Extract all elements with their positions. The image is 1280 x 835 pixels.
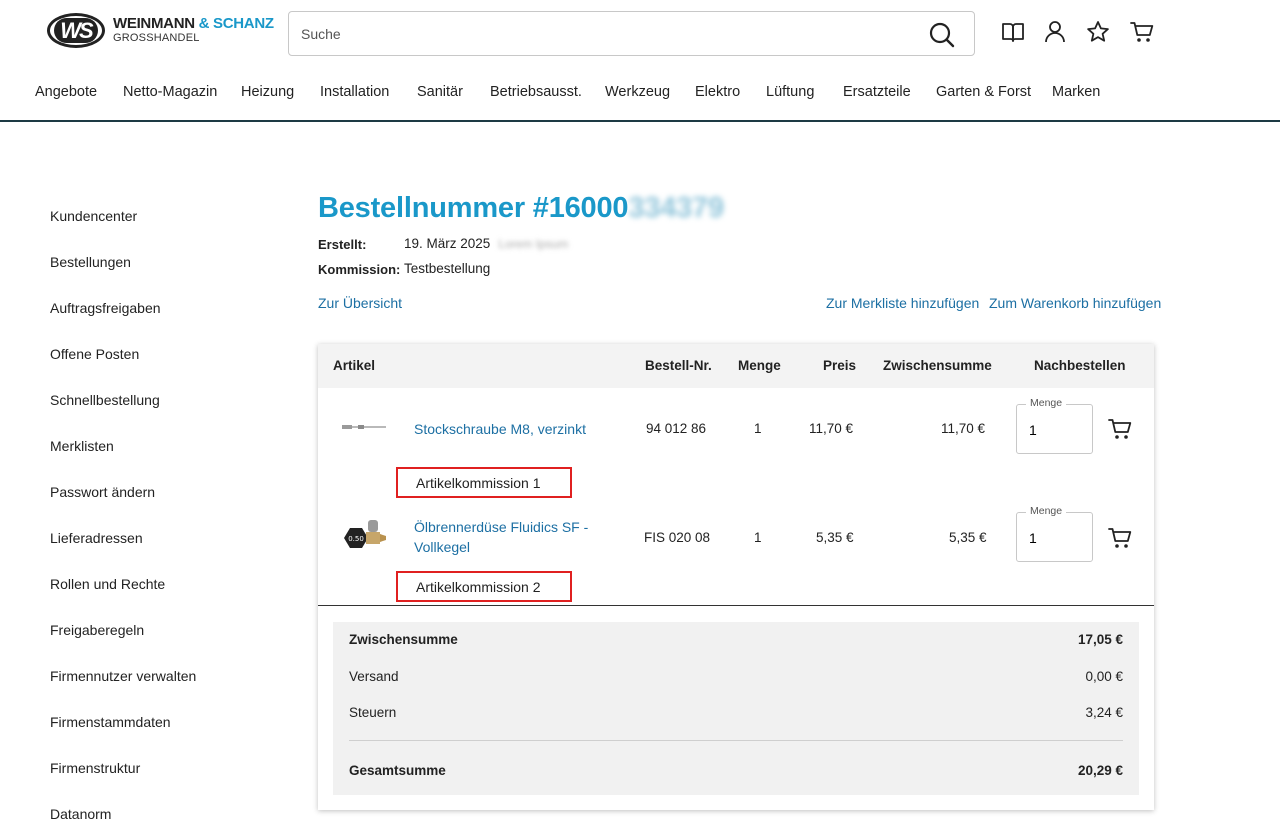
total-label: Gesamtsumme (349, 763, 446, 778)
sidebar-item-freigaberegeln[interactable]: Freigaberegeln (50, 622, 144, 638)
nav-item-elektro[interactable]: Elektro (695, 84, 740, 100)
th-qty: Menge (738, 358, 781, 373)
brand-logo[interactable]: WS WEINMANN & SCHANZ GROSSHANDEL (47, 13, 274, 48)
redacted-creator: Lorem Ipsum (498, 237, 569, 251)
total-value: 20,29 € (1077, 763, 1123, 778)
sidebar-item-schnellbestellung[interactable]: Schnellbestellung (50, 392, 160, 408)
nav-item-installation[interactable]: Installation (320, 84, 389, 100)
sidebar-item-offene-posten[interactable]: Offene Posten (50, 346, 139, 362)
table-divider (318, 605, 1154, 606)
reorder-qty-label: Menge (1026, 505, 1067, 517)
price: 5,35 € (816, 530, 854, 545)
shipping-value: 0,00 € (1085, 669, 1123, 684)
svg-text:0.50: 0.50 (348, 535, 364, 543)
search-bar (288, 11, 975, 56)
user-icon[interactable] (1042, 19, 1068, 45)
th-order-no: Bestell-Nr. (645, 358, 712, 373)
add-to-cart-icon[interactable] (1107, 525, 1133, 551)
tax-label: Steuern (349, 705, 397, 720)
sidebar-item-datanorm[interactable]: Datanorm (50, 806, 111, 822)
screw-image (342, 425, 386, 429)
brand-name-part2: & SCHANZ (198, 14, 274, 32)
totals-divider (349, 740, 1123, 741)
reorder-qty-input[interactable] (1029, 422, 1079, 438)
nav-item-sanitaer[interactable]: Sanitär (417, 84, 463, 100)
subtotal: 11,70 € (941, 421, 986, 436)
nav-item-lueftung[interactable]: Lüftung (766, 84, 814, 100)
nav-item-ersatzteile[interactable]: Ersatzteile (843, 84, 911, 100)
nav-item-betriebsausstattung[interactable]: Betriebsausst. (490, 84, 582, 100)
catalog-book-icon[interactable] (1000, 19, 1026, 45)
sidebar-item-firmennutzer-verwalten[interactable]: Firmennutzer verwalten (50, 668, 196, 684)
price: 11,70 € (809, 421, 854, 436)
subtotal: 5,35 € (949, 530, 987, 545)
sidebar-item-rollen-und-rechte[interactable]: Rollen und Rechte (50, 576, 165, 592)
reorder-qty-field: Menge (1016, 505, 1093, 562)
sidebar-item-passwort-aendern[interactable]: Passwort ändern (50, 484, 155, 500)
subtotal-value: 17,05 € (1077, 632, 1123, 647)
qty: 1 (754, 421, 762, 436)
shipping-label: Versand (349, 669, 399, 684)
add-to-wishlist-link[interactable]: Zur Merkliste hinzufügen (826, 295, 979, 311)
site-header: WS WEINMANN & SCHANZ GROSSHANDEL Angebot… (0, 0, 1280, 122)
reorder-qty-field: Menge (1016, 397, 1093, 454)
sidebar-item-firmenstruktur[interactable]: Firmenstruktur (50, 760, 140, 776)
add-to-cart-icon[interactable] (1107, 416, 1133, 442)
brand-subtitle: GROSSHANDEL (113, 31, 200, 44)
th-article: Artikel (333, 358, 376, 373)
tax-value: 3,24 € (1085, 705, 1123, 720)
order-no: FIS 020 08 (644, 530, 711, 545)
sidebar-item-auftragsfreigaben[interactable]: Auftragsfreigaben (50, 300, 161, 316)
brand-name-part1: WEINMANN (113, 14, 195, 32)
logo-badge: WS (47, 13, 105, 48)
search-icon[interactable] (928, 21, 956, 49)
nav-item-netto-magazin[interactable]: Netto-Magazin (123, 84, 217, 100)
commission-label: Kommission: (318, 262, 401, 277)
item-commission: Artikelkommission 2 (396, 571, 572, 602)
product-link[interactable]: Stockschraube M8, verzinkt (414, 419, 586, 439)
sidebar-item-bestellungen[interactable]: Bestellungen (50, 254, 131, 270)
sidebar-item-lieferadressen[interactable]: Lieferadressen (50, 530, 143, 546)
add-to-cart-link[interactable]: Zum Warenkorb hinzufügen (989, 295, 1161, 311)
cart-icon[interactable] (1129, 19, 1155, 45)
main-navigation: Angebote Netto-Magazin Heizung Installat… (0, 84, 1280, 106)
order-no: 94 012 86 (646, 421, 707, 436)
qty: 1 (754, 530, 762, 545)
nav-item-marken[interactable]: Marken (1052, 84, 1100, 100)
nav-item-heizung[interactable]: Heizung (241, 84, 294, 100)
star-icon[interactable] (1085, 19, 1111, 45)
reorder-qty-input[interactable] (1029, 530, 1079, 546)
created-label: Erstellt: (318, 237, 367, 252)
reorder-qty-label: Menge (1026, 397, 1067, 409)
nozzle-image: 0.50 (344, 520, 386, 548)
th-reorder: Nachbestellen (1034, 358, 1126, 373)
item-commission: Artikelkommission 1 (396, 467, 572, 498)
nav-item-garten-forst[interactable]: Garten & Forst (936, 84, 1031, 100)
order-totals: Zwischensumme 17,05 € Versand 0,00 € Ste… (333, 622, 1139, 795)
nav-item-angebote[interactable]: Angebote (35, 84, 97, 100)
product-link[interactable]: Ölbrennerdüse Fluidics SF - Vollkegel (414, 517, 594, 557)
th-subtotal: Zwischensumme (883, 358, 992, 373)
page-title: Bestellnummer #16000334379 (318, 192, 724, 224)
order-items-card: Artikel Bestell-Nr. Menge Preis Zwischen… (318, 344, 1154, 810)
nav-item-werkzeug[interactable]: Werkzeug (605, 84, 670, 100)
sidebar-item-merklisten[interactable]: Merklisten (50, 438, 114, 454)
subtotal-label: Zwischensumme (349, 632, 458, 647)
created-value: 19. März 2025 Lorem Ipsum (404, 236, 569, 251)
back-to-overview-link[interactable]: Zur Übersicht (318, 295, 402, 311)
th-price: Preis (823, 358, 857, 373)
table-header: Artikel Bestell-Nr. Menge Preis Zwischen… (318, 344, 1154, 388)
search-input[interactable] (301, 24, 901, 44)
commission-value: Testbestellung (404, 261, 491, 276)
sidebar-item-firmenstammdaten[interactable]: Firmenstammdaten (50, 714, 171, 730)
sidebar-item-kundencenter[interactable]: Kundencenter (50, 208, 137, 224)
redacted-order-number: 334379 (628, 192, 724, 224)
